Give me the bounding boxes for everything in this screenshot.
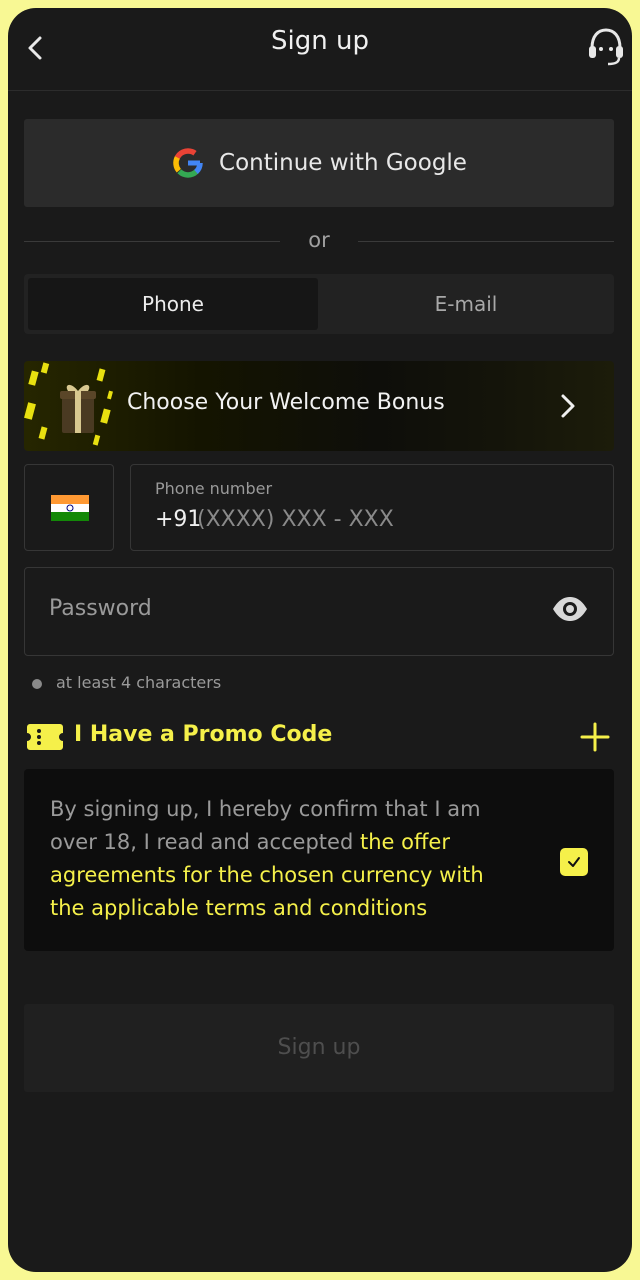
checkmark-icon [568,857,580,867]
promo-code-label: I Have a Promo Code [74,722,333,747]
phone-number-label: Phone number [155,479,273,498]
continue-with-google-button[interactable]: Continue with Google [24,119,614,207]
signup-method-tabs: Phone E-mail [24,274,614,334]
plus-icon [580,722,610,752]
tab-phone[interactable]: Phone [28,278,318,330]
ticket-icon [27,724,63,750]
phone-country-prefix: +91 [155,507,202,532]
chevron-right-icon [561,394,575,418]
country-code-selector[interactable] [24,464,114,551]
password-hint-text: at least 4 characters [56,673,222,692]
gift-icon [60,384,96,433]
google-logo-icon [173,148,203,178]
support-button[interactable] [586,24,626,70]
google-button-label: Continue with Google [219,150,467,176]
page-title: Sign up [271,26,369,56]
sign-up-button[interactable]: Sign up [24,1004,614,1092]
terms-agreement: By signing up, I hereby confirm that I a… [24,769,614,951]
welcome-bonus-label: Choose Your Welcome Bonus [127,390,445,415]
password-placeholder: Password [49,596,152,621]
divider-line-right [358,241,614,242]
promo-code-toggle[interactable]: I Have a Promo Code [24,714,614,760]
terms-text: By signing up, I hereby confirm that I a… [50,793,520,925]
eye-icon[interactable] [551,594,589,624]
india-flag-icon [51,495,89,521]
phone-number-placeholder: (XXXX) XXX - XXX [197,507,394,532]
password-field[interactable]: Password [24,567,614,656]
phone-number-field[interactable]: Phone number +91 (XXXX) XXX - XXX [130,464,614,551]
header: Sign up [8,8,632,91]
app-screen: Sign up Continue with Google or Phone E-… [8,8,632,1272]
headset-support-icon [589,28,623,66]
tab-email[interactable]: E-mail [322,278,610,330]
hint-bullet [32,679,42,689]
terms-checkbox[interactable] [560,848,588,876]
or-text: or [308,228,330,252]
or-divider: or [24,226,614,256]
welcome-bonus-banner[interactable]: Choose Your Welcome Bonus [24,361,614,451]
